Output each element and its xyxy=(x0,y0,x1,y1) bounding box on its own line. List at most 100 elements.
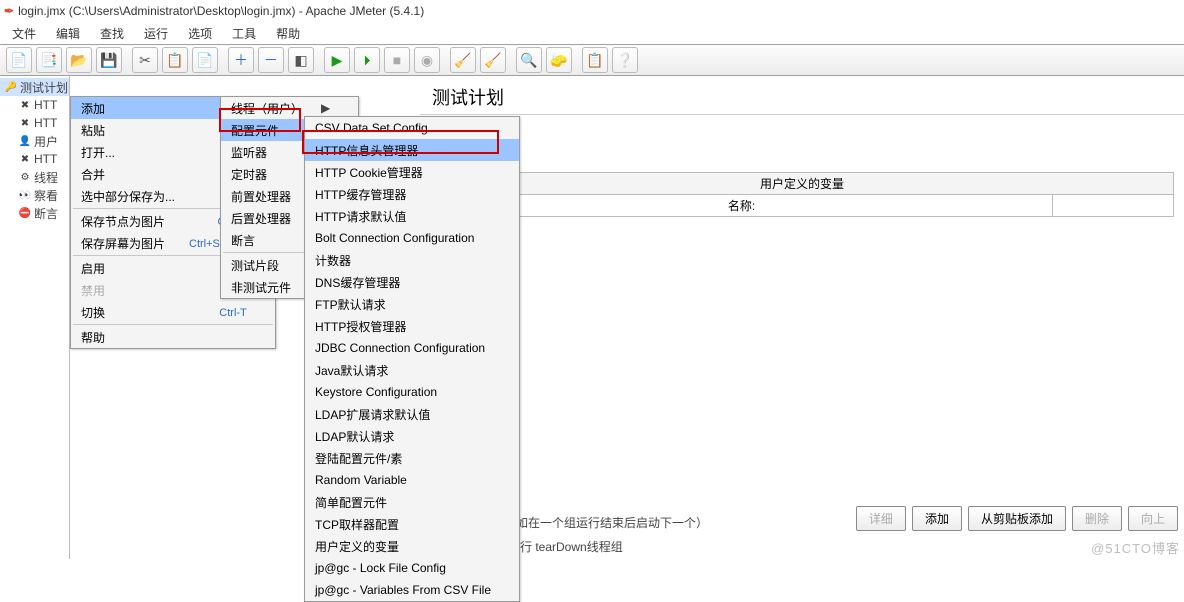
menu-item-label: 禁用 xyxy=(81,282,105,299)
function-helper-icon[interactable]: 📋 xyxy=(582,47,608,73)
new-icon[interactable]: 📄 xyxy=(6,47,32,73)
start-no-pause-icon[interactable]: ⏵ xyxy=(354,47,380,73)
menu-item[interactable]: 切换Ctrl-T xyxy=(71,301,275,323)
menu-item[interactable]: Random Variable xyxy=(305,469,519,491)
menu-item-label: HTTP信息头管理器 xyxy=(315,142,418,159)
stop-icon[interactable]: ■ xyxy=(384,47,410,73)
menu-item-label: 保存屏幕为图片 xyxy=(81,235,165,252)
tree-item[interactable]: 🔑测试计划 xyxy=(0,78,69,96)
action-button[interactable]: 删除 xyxy=(1072,506,1122,531)
search-icon[interactable]: 🔍 xyxy=(516,47,542,73)
app-icon: ✒ xyxy=(4,4,14,18)
menu-item[interactable]: LDAP默认请求 xyxy=(305,425,519,447)
menu-item[interactable]: CSV Data Set Config xyxy=(305,117,519,139)
col-value xyxy=(1053,195,1173,216)
menu-item-label: 线程（用户） xyxy=(231,100,303,117)
menu-item-label: 粘贴 xyxy=(81,122,105,139)
tree-item[interactable]: ✖HTT xyxy=(0,96,69,114)
menu-item[interactable]: HTTP授权管理器 xyxy=(305,315,519,337)
open-icon[interactable]: 📂 xyxy=(66,47,92,73)
menu-item-label: 简单配置元件 xyxy=(315,494,387,511)
menu-item-label: LDAP扩展请求默认值 xyxy=(315,406,430,423)
shutdown-icon[interactable]: ◉ xyxy=(414,47,440,73)
menu-item-label: LDAP默认请求 xyxy=(315,428,394,445)
menu-item[interactable]: LDAP扩展请求默认值 xyxy=(305,403,519,425)
reset-search-icon[interactable]: 🧽 xyxy=(546,47,572,73)
menu-search[interactable]: 查找 xyxy=(90,23,134,44)
tree-item[interactable]: ⛔断言 xyxy=(0,204,69,222)
tree-item[interactable]: 👤用户 xyxy=(0,132,69,150)
menu-item-label: Random Variable xyxy=(315,473,407,487)
menu-item-label: 登陆配置元件/素 xyxy=(315,450,402,467)
clear-all-icon[interactable]: 🧹 xyxy=(480,47,506,73)
menu-item-label: 用户定义的变量 xyxy=(315,538,399,555)
menu-item[interactable]: jp@gc - Lock File Config xyxy=(305,557,519,579)
menu-item-label: HTTP缓存管理器 xyxy=(315,186,406,203)
menu-item[interactable]: FTP默认请求 xyxy=(305,293,519,315)
paste-icon[interactable]: 📄 xyxy=(192,47,218,73)
action-button[interactable]: 从剪贴板添加 xyxy=(968,506,1066,531)
menu-item[interactable]: 登陆配置元件/素 xyxy=(305,447,519,469)
menu-item-label: 选中部分保存为... xyxy=(81,188,175,205)
menu-item[interactable]: TCP取样器配置 xyxy=(305,513,519,535)
context-menu-3: CSV Data Set Config HTTP信息头管理器 HTTP Cookie… xyxy=(304,116,520,602)
tree-item[interactable]: 👀察看 xyxy=(0,186,69,204)
page-title: 测试计划 xyxy=(420,76,1184,115)
action-button[interactable]: 添加 xyxy=(912,506,962,531)
toolbar: 📄 📑 📂 💾 ✂ 📋 📄 ＋ － ◧ ▶ ⏵ ■ ◉ 🧹 🧹 🔍 🧽 📋 ❔ xyxy=(0,44,1184,76)
menu-item-label: CSV Data Set Config xyxy=(315,121,428,135)
menu-options[interactable]: 选项 xyxy=(178,23,222,44)
menu-item[interactable]: JDBC Connection Configuration xyxy=(305,337,519,359)
cut-icon[interactable]: ✂ xyxy=(132,47,158,73)
menu-item[interactable]: jp@gc - Variables From CSV File xyxy=(305,579,519,601)
menu-item[interactable]: HTTP缓存管理器 xyxy=(305,183,519,205)
save-icon[interactable]: 💾 xyxy=(96,47,122,73)
menu-shortcut: Ctrl-T xyxy=(219,307,247,319)
menu-help[interactable]: 帮助 xyxy=(266,23,310,44)
action-button[interactable]: 详细 xyxy=(856,506,906,531)
menu-item[interactable]: Java默认请求 xyxy=(305,359,519,381)
tree-item[interactable]: ✖HTT xyxy=(0,150,69,168)
menu-item-label: jp@gc - Variables From CSV File xyxy=(315,583,491,597)
menu-item-label: 保存节点为图片 xyxy=(81,213,165,230)
help-icon[interactable]: ❔ xyxy=(612,47,638,73)
watermark: @51CTO博客 xyxy=(1091,538,1180,557)
expand-icon[interactable]: ＋ xyxy=(228,47,254,73)
tree-item[interactable]: ⚙线程 xyxy=(0,168,69,186)
clear-icon[interactable]: 🧹 xyxy=(450,47,476,73)
action-button[interactable]: 向上 xyxy=(1128,506,1178,531)
menu-item[interactable]: Bolt Connection Configuration xyxy=(305,227,519,249)
menu-item[interactable]: Keystore Configuration xyxy=(305,381,519,403)
menu-item-label: 合并 xyxy=(81,166,105,183)
collapse-icon[interactable]: － xyxy=(258,47,284,73)
menu-item[interactable]: 计数器 xyxy=(305,249,519,271)
menu-item[interactable]: 帮助 xyxy=(71,326,275,348)
menu-item[interactable]: HTTP请求默认值 xyxy=(305,205,519,227)
menu-item[interactable]: HTTP信息头管理器 xyxy=(305,139,519,161)
menu-item[interactable]: 用户定义的变量 xyxy=(305,535,519,557)
menu-item-label: Java默认请求 xyxy=(315,362,388,379)
menu-item-label: TCP取样器配置 xyxy=(315,516,399,533)
tree-item-label: 线程 xyxy=(34,169,58,186)
content: 🔑测试计划✖HTT✖HTT👤用户✖HTT⚙线程👀察看⛔断言 测试计划 试计划 用… xyxy=(0,76,1184,559)
menu-item[interactable]: HTTP Cookie管理器 xyxy=(305,161,519,183)
vars-table: 用户定义的变量 名称: xyxy=(430,172,1174,217)
menu-item-label: DNS缓存管理器 xyxy=(315,274,400,291)
templates-icon[interactable]: 📑 xyxy=(36,47,62,73)
toggle-icon[interactable]: ◧ xyxy=(288,47,314,73)
tree-item[interactable]: ✖HTT xyxy=(0,114,69,132)
tree-item-label: HTT xyxy=(34,98,57,112)
menu-item-label: 监听器 xyxy=(231,144,267,161)
menu-item-label: 计数器 xyxy=(315,252,351,269)
copy-icon[interactable]: 📋 xyxy=(162,47,188,73)
menu-edit[interactable]: 编辑 xyxy=(46,23,90,44)
menu-tools[interactable]: 工具 xyxy=(222,23,266,44)
menu-run[interactable]: 运行 xyxy=(134,23,178,44)
menu-item[interactable]: 简单配置元件 xyxy=(305,491,519,513)
tree-item-icon: ⛔ xyxy=(18,206,32,220)
tree-item-icon: 👀 xyxy=(18,188,32,202)
start-icon[interactable]: ▶ xyxy=(324,47,350,73)
menu-item-label: 打开... xyxy=(81,144,115,161)
menu-item[interactable]: DNS缓存管理器 xyxy=(305,271,519,293)
menu-file[interactable]: 文件 xyxy=(2,23,46,44)
